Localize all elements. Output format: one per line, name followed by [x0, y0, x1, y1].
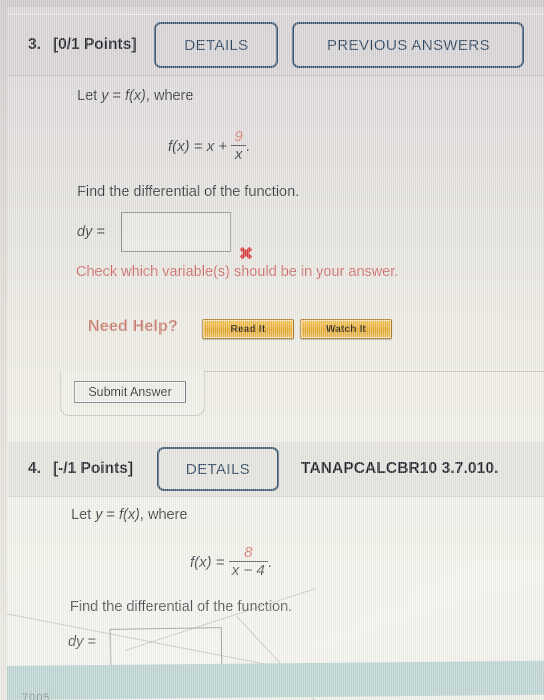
problem-3-submit-answer-button[interactable]: Submit Answer	[74, 381, 186, 403]
problem-4-intro-let: Let	[71, 507, 92, 523]
problem-3-number: 3.	[28, 36, 41, 53]
problem-4-intro-var: y	[95, 507, 103, 523]
problem-4-points: [-/1 Points]	[52, 460, 134, 477]
problem-3-error-message: Check which variable(s) should be in you…	[76, 264, 399, 280]
problem-4-intro-fx: f(x)	[118, 507, 140, 523]
problem-3-formula-lhs: f(x)	[168, 137, 190, 155]
problem-4-details-button[interactable]: DETAILS	[157, 447, 280, 491]
problem-3-read-it-button[interactable]: Read It	[202, 319, 294, 339]
problem-4-details-label: DETAILS	[185, 460, 251, 478]
bottom-teal-band	[0, 660, 544, 700]
problem-3-details-button[interactable]: DETAILS	[154, 22, 279, 68]
problem-3-watch-it-button[interactable]: Watch It	[300, 319, 392, 339]
problem-4-intro-eq: =	[106, 507, 115, 523]
problem-4-intro: Let y = f(x), where	[71, 507, 187, 523]
problem-3-intro-tail: , where	[145, 88, 194, 104]
photo-top-edge	[0, 0, 544, 7]
problem-3-intro-let: Let	[77, 88, 98, 104]
problem-3-need-help-label: Need Help?	[88, 318, 179, 335]
problem-3-read-it-label: Read It	[230, 323, 266, 335]
problem-3-answer-input[interactable]	[121, 212, 231, 252]
problem-3-previous-answers-button[interactable]: PREVIOUS ANSWERS	[292, 22, 525, 68]
problem-4-formula-numerator: 8	[244, 544, 253, 561]
problem-3-formula: f(x) = x + 9 x .	[168, 128, 250, 164]
problem-4-number: 4.	[28, 460, 41, 477]
problem-3-details-label: DETAILS	[184, 36, 249, 54]
problem-3-answer-label: dy =	[77, 224, 105, 240]
problem-3-intro-eq: =	[112, 88, 121, 104]
problem-3-formula-eq: =	[193, 137, 203, 155]
problem-4-intro-tail: , where	[139, 507, 188, 523]
problem-3-intro-var: y	[101, 88, 109, 104]
problem-3-intro-fx: f(x)	[124, 88, 146, 104]
screenshot-photo-of-homework-page: 3. [0/1 Points] DETAILS PREVIOUS ANSWERS…	[0, 0, 544, 700]
problem-3-answer-dy: dy	[77, 224, 93, 240]
problem-3-formula-fraction: 9 x	[231, 128, 246, 163]
problem-3-answer-eq: =	[96, 224, 105, 240]
problem-3-intro: Let y = f(x), where	[77, 88, 193, 104]
problem-3-formula-op: +	[218, 137, 228, 155]
bottom-cut-off-text: 7005	[22, 692, 51, 700]
problem-3-formula-denominator: x	[231, 144, 246, 163]
problem-3-points: [0/1 Points]	[52, 36, 137, 53]
problem-3-incorrect-icon: ✖	[238, 243, 254, 265]
problem-3-header: 3. [0/1 Points] DETAILS PREVIOUS ANSWERS	[8, 14, 544, 76]
problem-3-formula-term: x	[206, 137, 215, 155]
problem-3-watch-it-label: Watch It	[325, 323, 367, 335]
problem-3-formula-numerator: 9	[234, 128, 243, 145]
problem-3-previous-answers-label: PREVIOUS ANSWERS	[326, 36, 491, 54]
problem-3-submit-answer-label: Submit Answer	[88, 385, 172, 399]
problem-3-prompt: Find the differential of the function.	[77, 184, 300, 200]
photo-left-edge	[0, 0, 7, 700]
problem-4-question-code: TANAPCALCBR10 3.7.010.	[301, 460, 499, 477]
problem-4-header: 4. [-/1 Points] DETAILS TANAPCALCBR10 3.…	[8, 441, 544, 497]
problem-3-panel-divider	[205, 371, 544, 372]
problem-3-formula-trailing: .	[245, 137, 250, 155]
